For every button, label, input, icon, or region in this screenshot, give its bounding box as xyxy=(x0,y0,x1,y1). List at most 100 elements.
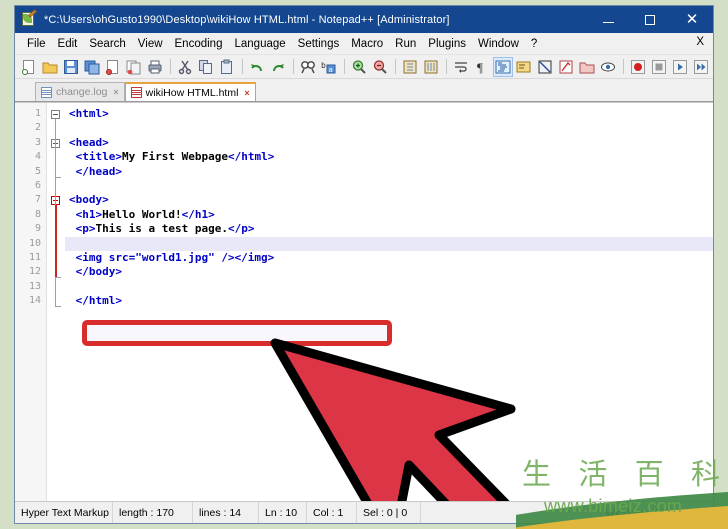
tab-label: change.log xyxy=(56,86,108,98)
tab-wikihow-html[interactable]: wikiHow HTML.html × xyxy=(124,82,256,101)
menu-item-search[interactable]: Search xyxy=(83,36,131,52)
status-lines: lines : 14 xyxy=(193,502,259,523)
code-line[interactable]: <body> xyxy=(65,193,713,207)
close-all-icon[interactable] xyxy=(124,57,144,77)
menu-item-edit[interactable]: Edit xyxy=(52,36,84,52)
code-line[interactable]: </body> xyxy=(65,265,713,279)
status-encoding: UTF-8 xyxy=(677,506,707,519)
tab-label: wikiHow HTML.html xyxy=(145,86,239,99)
save-all-icon[interactable] xyxy=(82,57,102,77)
undo-icon[interactable] xyxy=(247,57,267,77)
new-file-icon[interactable] xyxy=(19,57,39,77)
open-file-icon[interactable] xyxy=(40,57,60,77)
tab-change-log[interactable]: change.log × xyxy=(35,82,125,101)
redo-icon[interactable] xyxy=(268,57,288,77)
code-line[interactable] xyxy=(65,121,713,135)
menu-item-file[interactable]: File xyxy=(21,36,52,52)
save-macro-icon[interactable] xyxy=(712,57,713,77)
document-map-icon[interactable] xyxy=(535,57,555,77)
code-line[interactable] xyxy=(65,236,713,251)
zoom-in-icon[interactable] xyxy=(349,57,369,77)
line-number: 11 xyxy=(28,251,41,263)
minimize-button[interactable] xyxy=(587,6,629,33)
code-editor[interactable]: 1 2 3 4 5 6 7 8 9 10 11 12 13 14 <html> <head> <title>… xyxy=(15,102,713,501)
line-number: 6 xyxy=(34,179,41,191)
close-file-icon[interactable] xyxy=(103,57,123,77)
menu-item-encoding[interactable]: Encoding xyxy=(169,36,229,52)
line-number: 7 xyxy=(34,194,41,206)
toolbar-separator xyxy=(623,59,624,74)
maximize-button[interactable] xyxy=(629,6,671,33)
code-line[interactable]: <head> xyxy=(65,136,713,150)
line-number: 8 xyxy=(34,208,41,220)
save-icon[interactable] xyxy=(61,57,81,77)
copy-icon[interactable] xyxy=(196,57,216,77)
line-number: 10 xyxy=(28,237,41,249)
sync-horizontal-scroll-icon[interactable] xyxy=(421,57,441,77)
stop-record-icon[interactable] xyxy=(649,57,669,77)
status-bar: Hyper Text Markup length : 170 lines : 1… xyxy=(15,501,713,523)
status-length: length : 170 xyxy=(113,502,193,523)
paste-icon[interactable] xyxy=(217,57,237,77)
function-list-icon[interactable] xyxy=(556,57,576,77)
svg-text:¶: ¶ xyxy=(477,60,483,75)
tab-close-icon[interactable]: × xyxy=(113,87,118,97)
code-line[interactable]: <h1>Hello World!</h1> xyxy=(65,208,713,222)
menu-item-run[interactable]: Run xyxy=(389,36,422,52)
document-modified-icon xyxy=(130,87,142,98)
zoom-out-icon[interactable] xyxy=(370,57,390,77)
code-line[interactable]: <html> xyxy=(65,107,713,121)
code-text-area[interactable]: <html> <head> <title>My First Webpage</ht… xyxy=(65,103,713,501)
cut-icon[interactable] xyxy=(175,57,195,77)
play-macro-icon[interactable] xyxy=(670,57,690,77)
menu-item-macro[interactable]: Macro xyxy=(345,36,389,52)
fold-end-marker xyxy=(55,306,61,308)
close-document-button[interactable]: X xyxy=(696,36,704,48)
status-spacer xyxy=(421,502,600,523)
code-line[interactable]: <title>My First Webpage</html> xyxy=(65,150,713,164)
code-line[interactable]: <p>This is a test page.</p> xyxy=(65,222,713,236)
show-all-chars-icon[interactable]: ¶ xyxy=(472,57,492,77)
toolbar-separator xyxy=(170,59,171,74)
word-wrap-icon[interactable] xyxy=(451,57,471,77)
print-icon[interactable] xyxy=(145,57,165,77)
run-macro-multiple-icon[interactable] xyxy=(691,57,711,77)
folder-as-workspace-icon[interactable] xyxy=(577,57,597,77)
line-number-gutter: 1 2 3 4 5 6 7 8 9 10 11 12 13 14 xyxy=(15,103,47,501)
monitor-icon[interactable] xyxy=(598,57,618,77)
menu-item-window[interactable]: Window xyxy=(472,36,525,52)
code-folding-margin[interactable] xyxy=(47,103,65,501)
menu-item-help[interactable]: ? xyxy=(525,36,543,52)
code-line[interactable]: </head> xyxy=(65,165,713,179)
code-line[interactable] xyxy=(65,280,713,294)
code-line[interactable] xyxy=(65,179,713,193)
status-eol: Windows (CR LF) xyxy=(599,502,672,523)
svg-text:b: b xyxy=(321,61,326,70)
menu-item-plugins[interactable]: Plugins xyxy=(422,36,472,52)
code-line[interactable]: <img src="world1.jpg" /></img> xyxy=(65,251,713,265)
record-macro-icon[interactable] xyxy=(628,57,648,77)
replace-icon[interactable]: ba xyxy=(319,57,339,77)
line-number: 14 xyxy=(28,295,41,307)
fold-toggle-icon[interactable] xyxy=(51,110,60,119)
code-line[interactable]: </html> xyxy=(65,294,713,308)
tab-close-icon[interactable]: × xyxy=(244,88,249,98)
line-number: 5 xyxy=(34,165,41,177)
status-ln: Ln : 10 xyxy=(259,502,307,523)
notepad-plus-plus-window: *C:\Users\ohGusto1990\Desktop\wikiHow HT… xyxy=(14,5,714,524)
sync-vertical-scroll-icon[interactable] xyxy=(400,57,420,77)
indent-guide-icon[interactable] xyxy=(493,56,513,77)
fold-connector xyxy=(55,147,56,177)
line-number: 3 xyxy=(34,136,41,148)
menu-item-view[interactable]: View xyxy=(132,36,169,52)
window-title: *C:\Users\ohGusto1990\Desktop\wikiHow HT… xyxy=(44,13,450,26)
ui-language-icon[interactable] xyxy=(514,57,534,77)
line-number: 12 xyxy=(28,266,41,278)
menu-item-settings[interactable]: Settings xyxy=(292,36,346,52)
toolbar-separator xyxy=(293,59,294,74)
screenshot-root: *C:\Users\ohGusto1990\Desktop\wikiHow HT… xyxy=(0,0,728,529)
line-number: 13 xyxy=(28,280,41,292)
menu-item-language[interactable]: Language xyxy=(228,36,291,52)
close-button[interactable]: ✕ xyxy=(671,6,713,33)
find-icon[interactable] xyxy=(298,57,318,77)
